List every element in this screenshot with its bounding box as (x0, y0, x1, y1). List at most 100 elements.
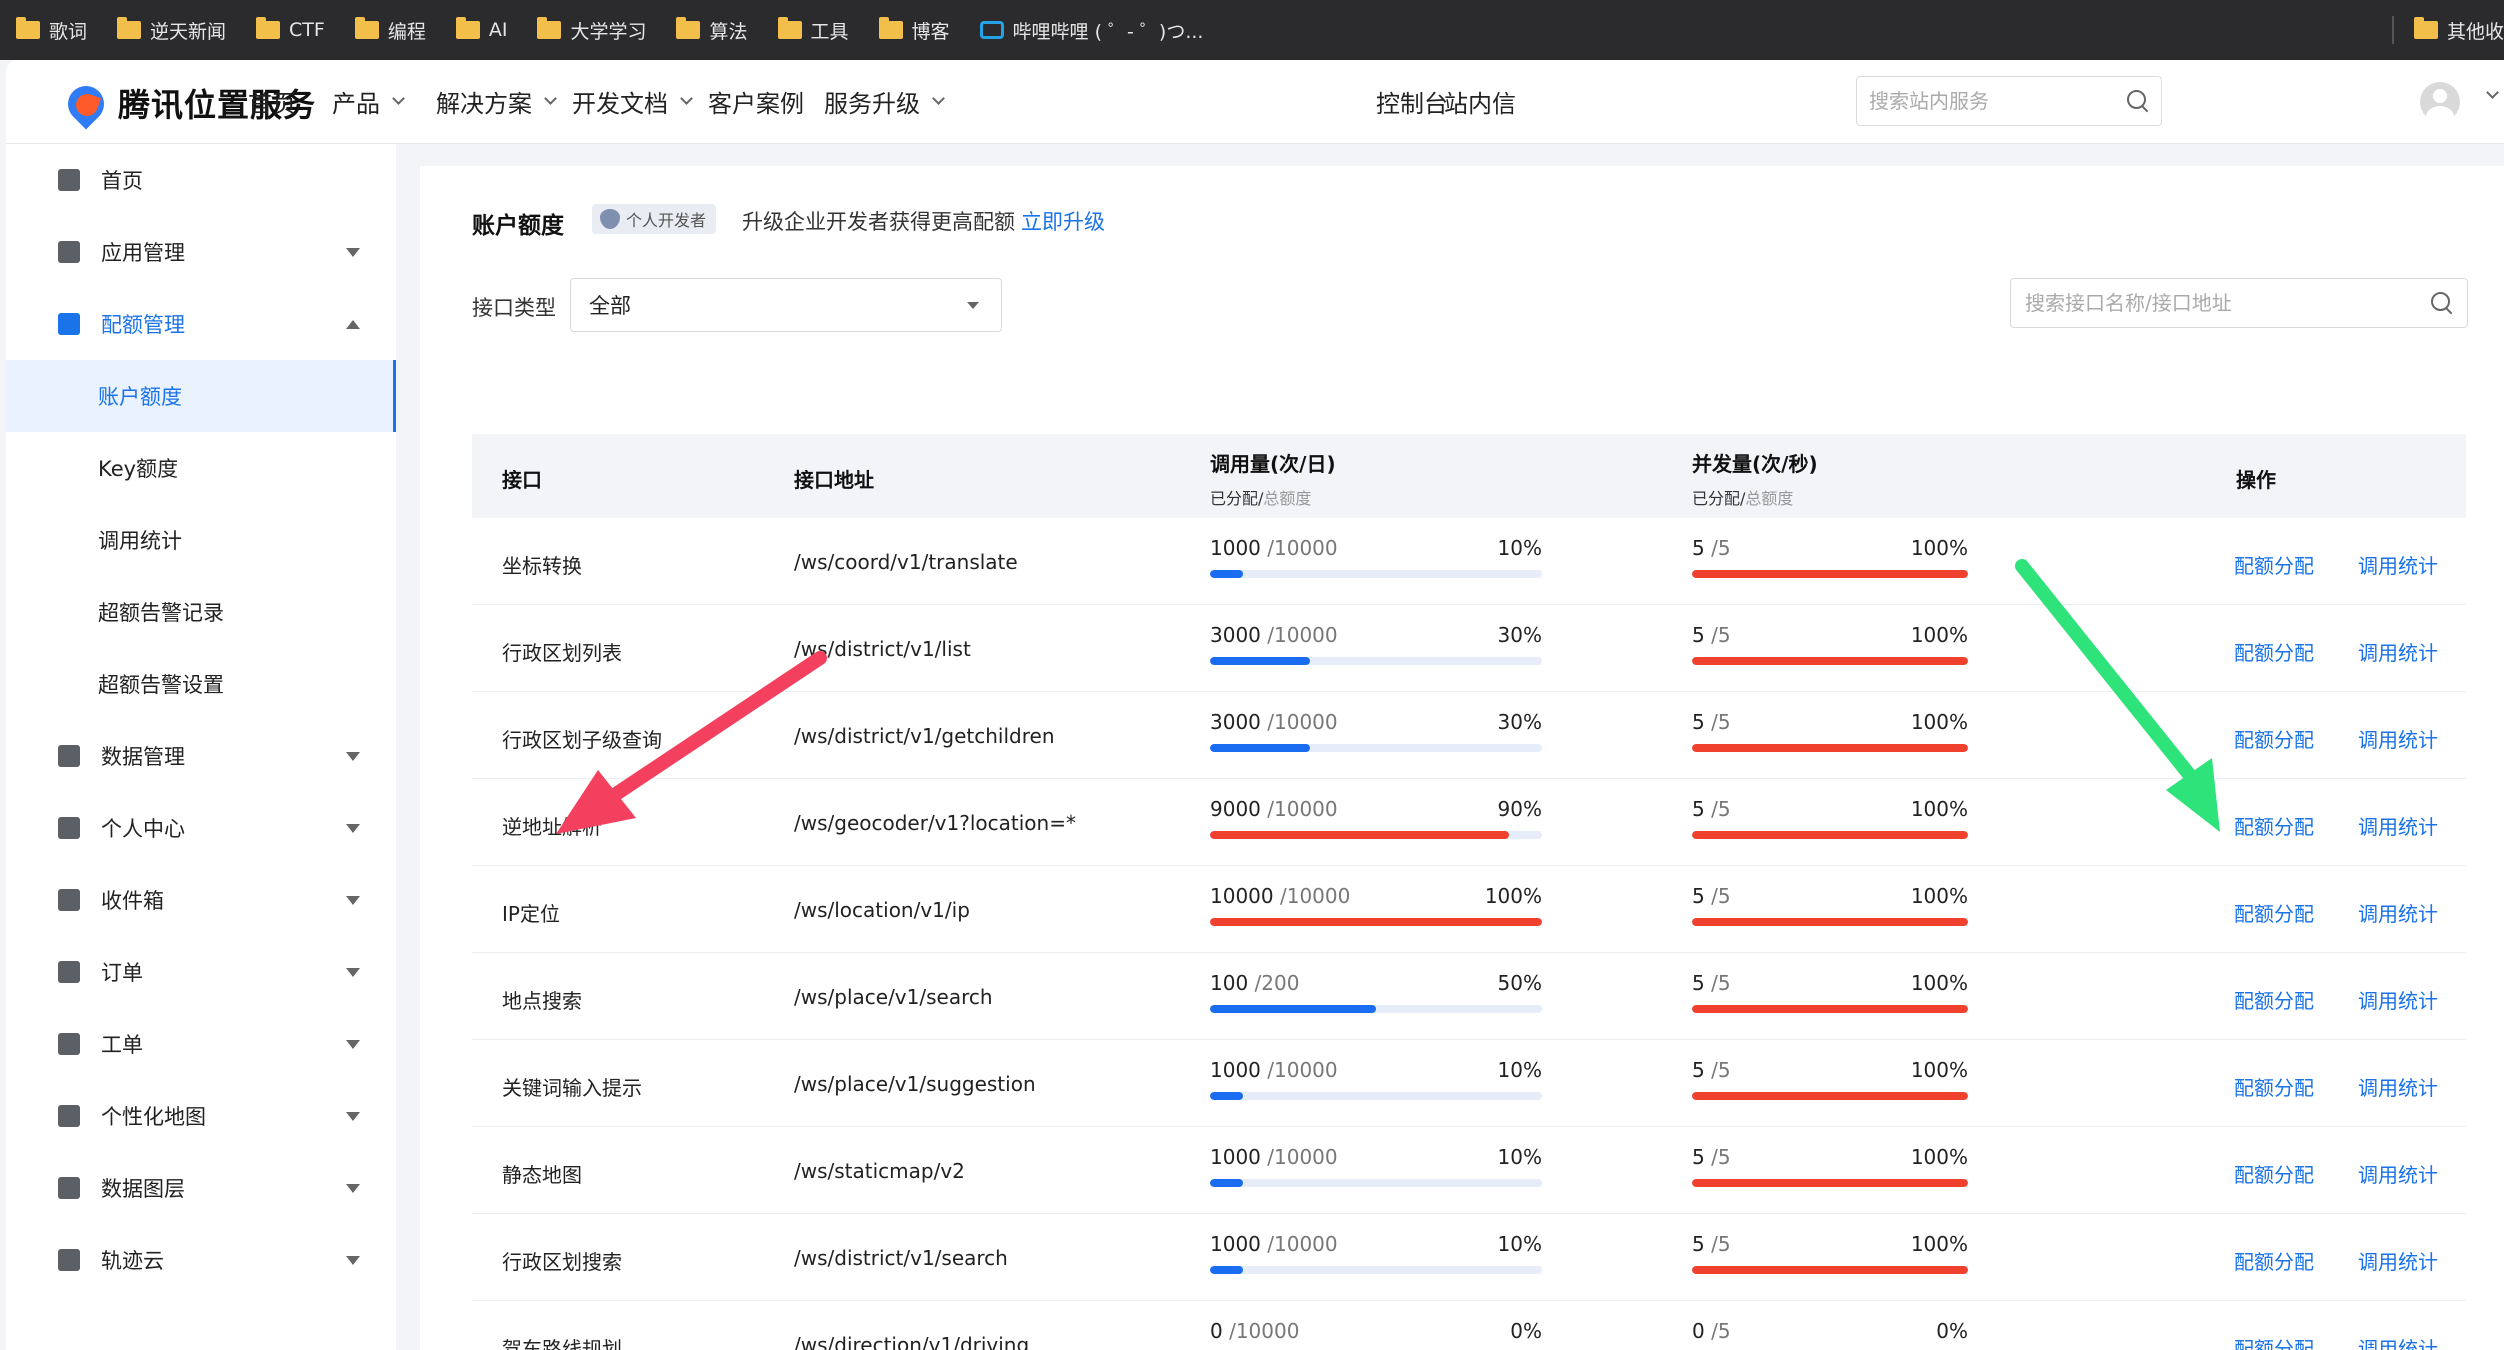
bookmark-item[interactable]: 歌词 (16, 17, 87, 44)
sidebar: 首页 应用管理 配额管理 账户额度 Key额度 调用统计 超额告警记录 超额告警设置 数据管理个… (6, 144, 396, 1350)
sidebar-item[interactable]: 个性化地图 (6, 1080, 396, 1152)
search-icon[interactable] (2431, 292, 2453, 314)
caret-down-icon[interactable] (346, 247, 360, 257)
api-search-input[interactable] (2025, 291, 2431, 315)
api-path: /ws/place/v1/suggestion (794, 1072, 1036, 1096)
caret-down-icon[interactable] (346, 823, 360, 833)
sidebar-item[interactable]: 调用统计 (6, 504, 396, 576)
caret-down-icon[interactable] (346, 1255, 360, 1265)
concurrency-usage-total: /5 (1711, 1058, 1731, 1082)
daily-usage-percent: 90% (1497, 797, 1542, 821)
caret-down-icon[interactable] (346, 751, 360, 761)
allocate-quota-link[interactable]: 配额分配 (2234, 1333, 2314, 1350)
conc-sub-total: 总额度 (1745, 489, 1794, 508)
caret-down-icon[interactable] (346, 1111, 360, 1121)
allocate-quota-link[interactable]: 配额分配 (2234, 724, 2314, 753)
api-type-select[interactable]: 全部 (570, 278, 1002, 332)
daily-usage-progress-bar (1210, 657, 1542, 665)
concurrency-usage-progress-fill (1692, 1092, 1968, 1100)
folder-icon (2413, 17, 2438, 39)
col-api: 接口 (502, 468, 542, 492)
allocate-quota-link[interactable]: 配额分配 (2234, 550, 2314, 579)
sidebar-item[interactable]: 账户额度 (6, 360, 396, 432)
sidebar-item[interactable]: Key额度 (6, 432, 396, 504)
daily-usage-total: /200 (1254, 971, 1300, 995)
bookmark-item[interactable]: 工具 (777, 17, 849, 44)
col-action: 操作 (2236, 468, 2276, 492)
sidebar-item[interactable]: 数据管理 (6, 720, 396, 792)
sidebar-item-label: 个人中心 (101, 817, 185, 841)
call-stats-link[interactable]: 调用统计 (2358, 1333, 2438, 1350)
bookmark-label: AI (488, 19, 508, 41)
console-link[interactable]: 控制台 (1376, 84, 1448, 119)
call-stats-link[interactable]: 调用统计 (2358, 985, 2438, 1014)
caret-down-icon[interactable] (346, 967, 360, 977)
daily-usage-values: 100 /200 (1210, 971, 1299, 995)
caret-down-icon[interactable] (346, 895, 360, 905)
call-stats-link[interactable]: 调用统计 (2358, 811, 2438, 840)
allocate-quota-link[interactable]: 配额分配 (2234, 1159, 2314, 1188)
chevron-down-icon[interactable] (2486, 86, 2499, 99)
sidebar-item[interactable]: 超额告警记录 (6, 576, 396, 648)
sidebar-item[interactable]: 应用管理 (6, 216, 396, 288)
call-stats-link[interactable]: 调用统计 (2358, 550, 2438, 579)
daily-usage-total: /10000 (1267, 536, 1338, 560)
allocate-quota-link[interactable]: 配额分配 (2234, 985, 2314, 1014)
bookmark-item[interactable]: 大学学习 (537, 17, 646, 44)
call-stats-link[interactable]: 调用统计 (2358, 1072, 2438, 1101)
sidebar-item[interactable]: 轨迹云 (6, 1224, 396, 1296)
bookmark-item[interactable]: CTF (256, 17, 325, 41)
sidebar-item[interactable]: 配额管理 (6, 288, 396, 360)
bookmark-label: 哔哩哔哩 ( ゜- ゜)つ... (1012, 20, 1204, 43)
caret-down-icon[interactable] (346, 1183, 360, 1193)
nav-item[interactable]: 产品 (332, 84, 405, 119)
sidebar-item[interactable]: 订单 (6, 936, 396, 1008)
allocate-quota-link[interactable]: 配额分配 (2234, 1072, 2314, 1101)
sidebar-item[interactable]: 个人中心 (6, 792, 396, 864)
bookmark-item[interactable]: 逆天新闻 (117, 17, 226, 44)
bookmark-label: CTF (289, 19, 325, 41)
daily-usage-percent: 10% (1497, 1058, 1542, 1082)
messages-link[interactable]: 站内信 (1444, 84, 1516, 119)
upgrade-link[interactable]: 立即升级 (1021, 210, 1105, 234)
api-search-box[interactable] (2010, 278, 2468, 328)
sidebar-item[interactable]: 工单 (6, 1008, 396, 1080)
allocate-quota-link[interactable]: 配额分配 (2234, 811, 2314, 840)
sidebar-item[interactable]: 数据图层 (6, 1152, 396, 1224)
api-path: /ws/district/v1/list (794, 637, 971, 661)
sidebar-item[interactable]: 首页 (6, 144, 396, 216)
nav-item[interactable]: 首页 (248, 84, 296, 119)
call-stats-link[interactable]: 调用统计 (2358, 1246, 2438, 1275)
nav-item[interactable]: 解决方案 (436, 84, 557, 119)
bookmark-item[interactable]: 编程 (354, 17, 426, 44)
bookmark-item[interactable]: 博客 (878, 17, 950, 44)
site-search-box[interactable] (1856, 76, 2162, 126)
concurrency-usage-total: /5 (1711, 1232, 1731, 1256)
bookmark-item[interactable]: 算法 (676, 17, 748, 44)
bookmark-item[interactable]: AI (455, 17, 508, 41)
site-search-input[interactable] (1869, 89, 2127, 113)
bookmark-item[interactable]: 哔哩哔哩 ( ゜- ゜)つ... (979, 17, 1204, 44)
bookmark-other[interactable]: 其他收 (2391, 0, 2504, 60)
allocate-quota-link[interactable]: 配额分配 (2234, 637, 2314, 666)
call-stats-link[interactable]: 调用统计 (2358, 1159, 2438, 1188)
concurrency-usage-progress-bar (1692, 570, 1968, 578)
top-nav: 腾讯位置服务 首页产品解决方案开发文档客户案例服务升级 控制台 站内信 (6, 60, 2504, 144)
nav-item[interactable]: 客户案例 (708, 84, 804, 119)
sidebar-item[interactable]: 收件箱 (6, 864, 396, 936)
nav-item[interactable]: 服务升级 (824, 84, 945, 119)
daily-usage-progress-bar (1210, 1266, 1542, 1274)
allocate-quota-link[interactable]: 配额分配 (2234, 898, 2314, 927)
chevron-down-icon (680, 92, 693, 105)
caret-up-icon[interactable] (346, 319, 360, 329)
sidebar-item[interactable]: 超额告警设置 (6, 648, 396, 720)
call-stats-link[interactable]: 调用统计 (2358, 724, 2438, 753)
call-stats-link[interactable]: 调用统计 (2358, 637, 2438, 666)
nav-item[interactable]: 开发文档 (572, 84, 693, 119)
concurrency-usage-percent: 100% (1910, 623, 1968, 647)
call-stats-link[interactable]: 调用统计 (2358, 898, 2438, 927)
search-icon[interactable] (2127, 90, 2149, 112)
allocate-quota-link[interactable]: 配额分配 (2234, 1246, 2314, 1275)
caret-down-icon[interactable] (346, 1039, 360, 1049)
avatar[interactable] (2420, 82, 2460, 122)
